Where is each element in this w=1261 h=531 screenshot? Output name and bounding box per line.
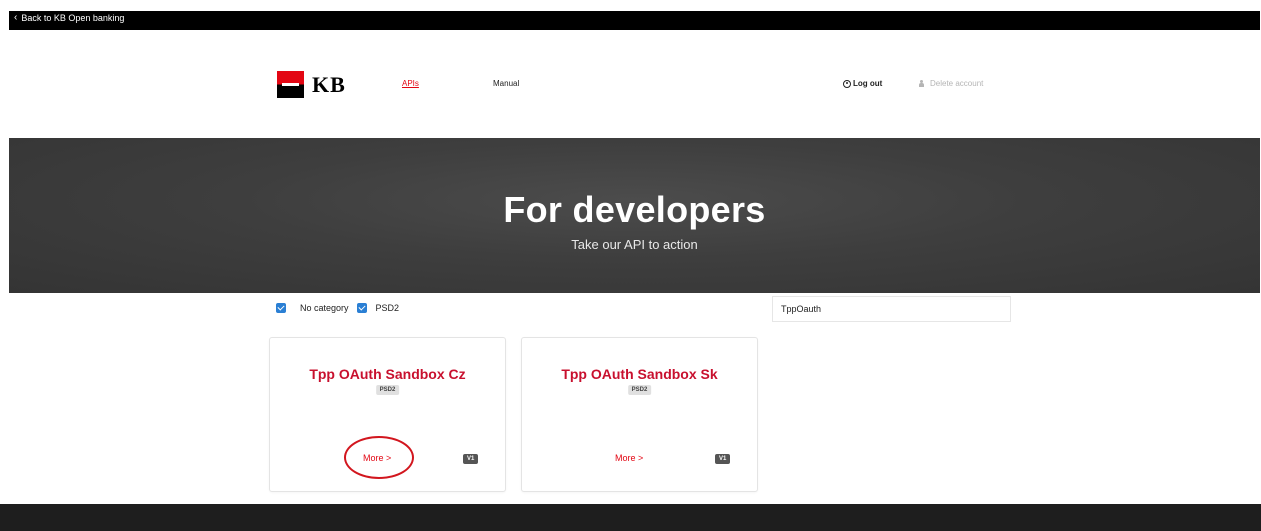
version-badge: V1 (715, 454, 731, 464)
version-badge: V1 (463, 454, 479, 464)
back-link-label: Back to KB Open banking (21, 13, 125, 23)
delete-account-label: Delete account (930, 79, 984, 88)
category-filters: No category PSD2 (276, 303, 399, 313)
more-link[interactable]: More > (615, 453, 643, 463)
api-card-title[interactable]: Tpp OAuth Sandbox Sk (522, 366, 757, 382)
psd2-checkbox[interactable] (356, 303, 367, 313)
nav-apis[interactable]: APIs (402, 79, 419, 88)
user-remove-icon (919, 80, 928, 87)
chevron-left-icon: ‹ (14, 12, 18, 23)
more-link[interactable]: More > (363, 453, 391, 463)
user-circle-icon (843, 79, 851, 88)
kb-logo-icon (277, 71, 304, 98)
kb-logo[interactable]: KB (277, 71, 346, 98)
hero-banner: For developers Take our API to action (9, 138, 1260, 293)
nav-manual[interactable]: Manual (493, 79, 519, 88)
no-category-label: No category (300, 303, 349, 313)
delete-account-button[interactable]: Delete account (919, 79, 983, 88)
api-card-title[interactable]: Tpp OAuth Sandbox Cz (270, 366, 505, 382)
api-search-input[interactable] (772, 296, 1011, 322)
logout-label: Log out (853, 79, 883, 88)
back-link[interactable]: ‹ Back to KB Open banking (14, 12, 125, 24)
psd2-label: PSD2 (375, 303, 400, 313)
category-badge: PSD2 (375, 385, 400, 395)
hero-subtitle: Take our API to action (571, 237, 698, 252)
category-badge: PSD2 (627, 385, 652, 395)
api-card-sk: Tpp OAuth Sandbox Sk PSD2 More > V1 (521, 337, 758, 492)
no-category-checkbox[interactable] (276, 303, 286, 313)
kb-logo-text: KB (312, 71, 346, 97)
footer (0, 504, 1261, 531)
hero-title: For developers (503, 189, 766, 230)
logout-button[interactable]: Log out (843, 79, 882, 88)
api-card-cz: Tpp OAuth Sandbox Cz PSD2 More > V1 (269, 337, 506, 492)
page: ‹ Back to KB Open banking KB APIs Manual… (0, 0, 1261, 531)
top-bar: ‹ Back to KB Open banking (9, 11, 1260, 30)
